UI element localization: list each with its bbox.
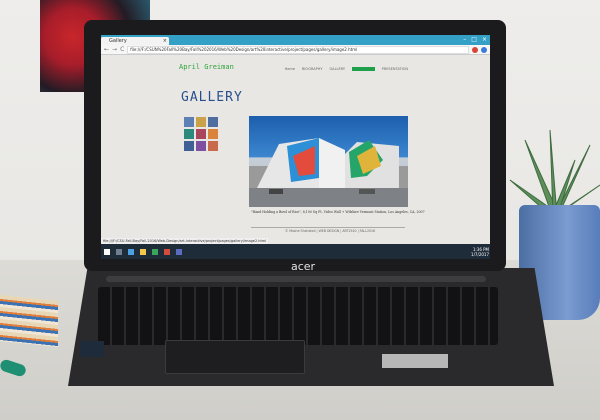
app-icon[interactable] bbox=[164, 248, 170, 255]
page-footer: © Moshe Shohatali | WEB DESIGN | ART2520… bbox=[285, 229, 376, 233]
site-menu: Home BIOGRAPHY GALLERY CONTACT PRESENTAT… bbox=[285, 67, 408, 71]
clock-time: 1:36 PM bbox=[472, 246, 489, 252]
app-icon[interactable] bbox=[176, 248, 182, 255]
thumbnail-grid bbox=[184, 117, 218, 151]
page-title: GALLERY bbox=[181, 90, 243, 105]
edge-icon[interactable] bbox=[128, 248, 134, 255]
tab-title: Gallery bbox=[109, 38, 127, 44]
intel-sticker bbox=[80, 341, 104, 357]
laptop-sticker bbox=[382, 354, 448, 368]
reload-icon[interactable]: C bbox=[120, 46, 124, 53]
gallery-thumbnail[interactable] bbox=[196, 117, 206, 127]
browser-toolbar: ← → C file:///F:/CSUN%20Fall%20Bay/Fall%… bbox=[101, 45, 490, 55]
gallery-thumbnail[interactable] bbox=[196, 141, 206, 151]
windows-taskbar: 1:36 PM 1/7/2017 bbox=[101, 244, 490, 259]
laptop-hinge bbox=[106, 276, 486, 282]
laptop-touchpad bbox=[165, 340, 305, 374]
web-page: April Greiman Home BIOGRAPHY GALLERY CON… bbox=[101, 55, 490, 241]
window-controls: – □ × bbox=[463, 35, 490, 45]
menu-item-presentation[interactable]: PRESENTATION bbox=[382, 67, 408, 71]
menu-item-contact[interactable]: CONTACT bbox=[352, 67, 375, 71]
menu-item-home[interactable]: Home bbox=[285, 67, 295, 71]
laptop-brand-logo: acer bbox=[290, 260, 316, 273]
image-caption: "Hand Holding a Bowl of Rice", 8,100 Sq … bbox=[251, 210, 425, 214]
extension-icon[interactable] bbox=[472, 46, 478, 53]
stack-of-notebooks bbox=[0, 294, 58, 348]
forward-icon[interactable]: → bbox=[112, 46, 117, 53]
clock-date: 1/7/2017 bbox=[471, 251, 489, 257]
chrome-icon[interactable] bbox=[152, 248, 158, 255]
gallery-thumbnail[interactable] bbox=[184, 129, 194, 139]
extension-icon[interactable] bbox=[481, 46, 487, 53]
building-photo bbox=[249, 138, 408, 207]
gallery-thumbnail[interactable] bbox=[208, 141, 218, 151]
system-clock[interactable]: 1:36 PM 1/7/2017 bbox=[471, 247, 490, 257]
gallery-thumbnail[interactable] bbox=[184, 117, 194, 127]
menu-item-gallery[interactable]: GALLERY bbox=[329, 67, 345, 71]
close-icon[interactable]: × bbox=[482, 35, 487, 45]
gallery-main-image[interactable] bbox=[249, 116, 408, 207]
maximize-icon[interactable]: □ bbox=[471, 35, 477, 45]
minimize-icon[interactable]: – bbox=[463, 35, 466, 45]
tab-close-icon[interactable]: × bbox=[163, 37, 167, 45]
gallery-thumbnail[interactable] bbox=[208, 129, 218, 139]
site-title[interactable]: April Greiman bbox=[179, 63, 234, 71]
laptop-keyboard bbox=[98, 287, 498, 345]
start-icon[interactable] bbox=[104, 248, 110, 255]
back-icon[interactable]: ← bbox=[104, 46, 109, 53]
laptop-screen: Gallery × – □ × ← → C file:///F:/CSUN%20… bbox=[101, 35, 490, 259]
gallery-thumbnail[interactable] bbox=[184, 141, 194, 151]
folder-icon[interactable] bbox=[140, 248, 146, 255]
footer-divider bbox=[251, 227, 405, 228]
gallery-thumbnail[interactable] bbox=[196, 129, 206, 139]
address-bar[interactable]: file:///F:/CSUN%20Fall%20Bay/Fall%202016… bbox=[127, 45, 469, 54]
search-icon[interactable] bbox=[116, 248, 122, 255]
gallery-thumbnail[interactable] bbox=[208, 117, 218, 127]
menu-item-biography[interactable]: BIOGRAPHY bbox=[302, 67, 322, 71]
browser-tab[interactable]: Gallery × bbox=[101, 37, 169, 45]
browser-tab-bar: Gallery × – □ × bbox=[101, 35, 490, 45]
